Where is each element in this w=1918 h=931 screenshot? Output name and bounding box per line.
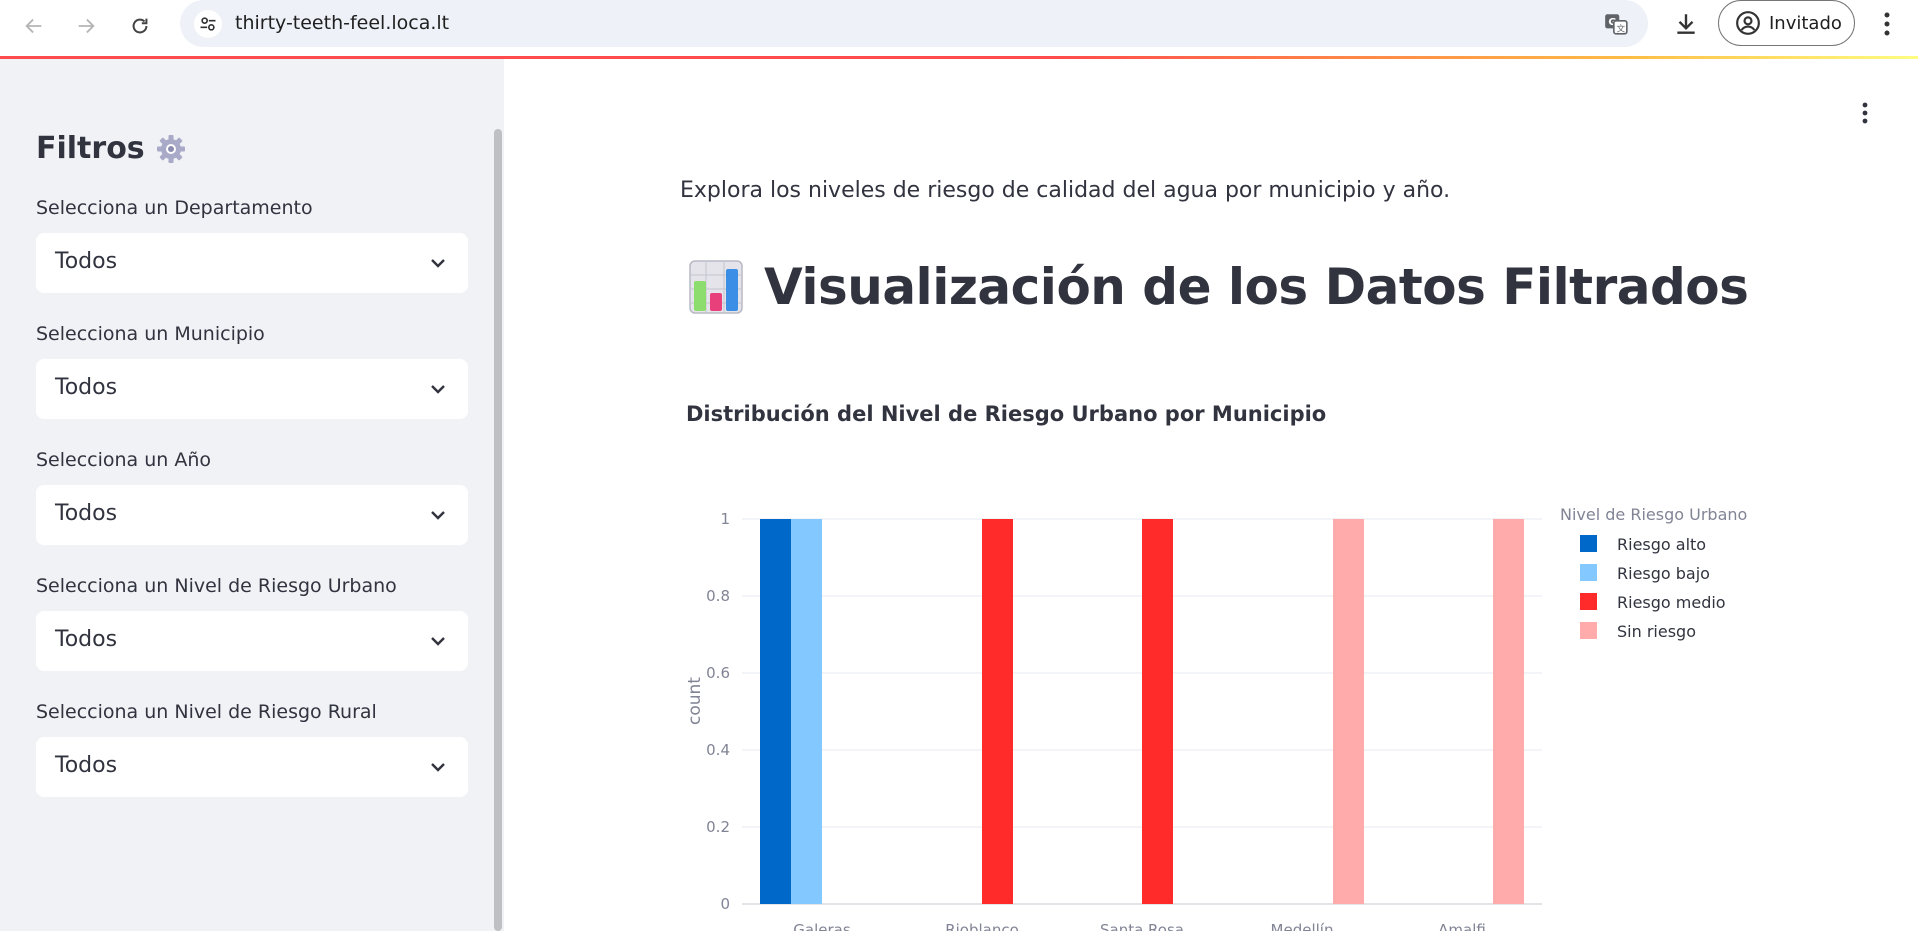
browser-menu-button[interactable]: [1872, 6, 1902, 42]
app-menu-button[interactable]: [1850, 98, 1880, 128]
riesgo-rural-value: Todos: [55, 753, 118, 778]
tune-icon: [200, 17, 216, 31]
bar[interactable]: [982, 519, 1013, 904]
address-bar[interactable]: thirty-teeth-feel.loca.lt G文: [180, 0, 1648, 47]
page-title: Visualización de los Datos Filtrados: [688, 258, 1749, 316]
browser-toolbar: thirty-teeth-feel.loca.lt G文 Invitado: [0, 0, 1918, 58]
site-info-button[interactable]: [194, 10, 222, 38]
sidebar-scrollbar[interactable]: [494, 129, 502, 931]
translate-button[interactable]: G文: [1602, 10, 1630, 38]
departamento-value: Todos: [55, 249, 118, 274]
legend-item-label[interactable]: Riesgo bajo: [1617, 564, 1710, 583]
bar[interactable]: [791, 519, 822, 904]
reload-button[interactable]: [122, 8, 158, 44]
x-tick-label: Medellín: [1271, 921, 1334, 931]
translate-icon: G文: [1605, 14, 1628, 35]
y-tick-label: 0.4: [706, 741, 730, 759]
anio-value: Todos: [55, 501, 118, 526]
profile-button[interactable]: Invitado: [1718, 0, 1855, 46]
download-button[interactable]: [1668, 6, 1704, 42]
x-tick-label: Santa Rosa: [1100, 921, 1184, 931]
chart-title: Distribución del Nivel de Riesgo Urbano …: [686, 402, 1327, 426]
chevron-down-icon: [431, 637, 445, 646]
more-vertical-icon: [1884, 12, 1890, 36]
reload-icon: [132, 18, 148, 34]
y-tick-label: 0.2: [706, 818, 730, 836]
page-heading: Visualización de los Datos Filtrados: [764, 258, 1749, 316]
chevron-down-icon: [431, 511, 445, 520]
bar-chart-icon: [689, 260, 743, 314]
riesgo-urbano-label: Selecciona un Nivel de Riesgo Urbano: [36, 575, 397, 597]
sidebar: Filtros Selecciona un Departamento Todos…: [0, 59, 504, 931]
legend-swatch[interactable]: [1580, 564, 1597, 581]
sidebar-heading: Filtros: [36, 131, 145, 166]
anio-select[interactable]: Todos: [36, 485, 468, 545]
bar[interactable]: [1493, 519, 1524, 904]
legend-swatch[interactable]: [1580, 622, 1597, 639]
legend-title: Nivel de Riesgo Urbano: [1560, 505, 1747, 524]
bar[interactable]: [760, 519, 791, 904]
download-icon: [1677, 14, 1695, 34]
bar[interactable]: [1333, 519, 1364, 904]
account-circle-icon: [1736, 11, 1760, 35]
departamento-label: Selecciona un Departamento: [36, 197, 313, 219]
svg-text:文: 文: [1617, 23, 1626, 35]
bar-chart: 0 0.2 0.4 0.6 0.8 1 Galeras Rioblanco Santa Ros…: [685, 505, 1747, 931]
forward-button[interactable]: [68, 8, 104, 44]
more-vertical-icon: [1862, 102, 1868, 124]
x-tick-label: Galeras: [793, 921, 851, 931]
chevron-down-icon: [431, 763, 445, 772]
forward-arrow-icon: [78, 18, 95, 34]
municipio-value: Todos: [55, 375, 118, 400]
back-button[interactable]: [16, 8, 52, 44]
departamento-select[interactable]: Todos: [36, 233, 468, 293]
legend-item-label[interactable]: Riesgo alto: [1617, 535, 1706, 554]
profile-label: Invitado: [1769, 12, 1842, 34]
chevron-down-icon: [431, 385, 445, 394]
legend-swatch[interactable]: [1580, 535, 1597, 552]
x-tick-label: Rioblanco: [945, 921, 1019, 931]
municipio-label: Selecciona un Municipio: [36, 323, 265, 345]
bar[interactable]: [1142, 519, 1173, 904]
intro-text: Explora los niveles de riesgo de calidad…: [680, 178, 1451, 203]
sidebar-title: Filtros: [36, 131, 187, 166]
x-tick-label: Amalfi: [1438, 921, 1486, 931]
riesgo-urbano-select[interactable]: Todos: [36, 611, 468, 671]
y-tick-label: 0.6: [706, 664, 730, 682]
municipio-select[interactable]: Todos: [36, 359, 468, 419]
legend-item-label[interactable]: Riesgo medio: [1617, 593, 1726, 612]
anio-label: Selecciona un Año: [36, 449, 212, 471]
chevron-down-icon: [431, 259, 445, 268]
y-tick-label: 0: [720, 895, 730, 913]
y-tick-label: 1: [720, 510, 730, 528]
url-text[interactable]: thirty-teeth-feel.loca.lt: [235, 12, 449, 34]
y-axis-label: count: [685, 677, 705, 725]
riesgo-rural-select[interactable]: Todos: [36, 737, 468, 797]
back-arrow-icon: [25, 18, 42, 34]
gear-icon: [156, 134, 185, 163]
legend-item-label[interactable]: Sin riesgo: [1617, 622, 1696, 641]
y-tick-label: 0.8: [706, 587, 730, 605]
riesgo-rural-label: Selecciona un Nivel de Riesgo Rural: [36, 701, 377, 723]
legend-swatch[interactable]: [1580, 593, 1597, 610]
riesgo-urbano-value: Todos: [55, 627, 118, 652]
